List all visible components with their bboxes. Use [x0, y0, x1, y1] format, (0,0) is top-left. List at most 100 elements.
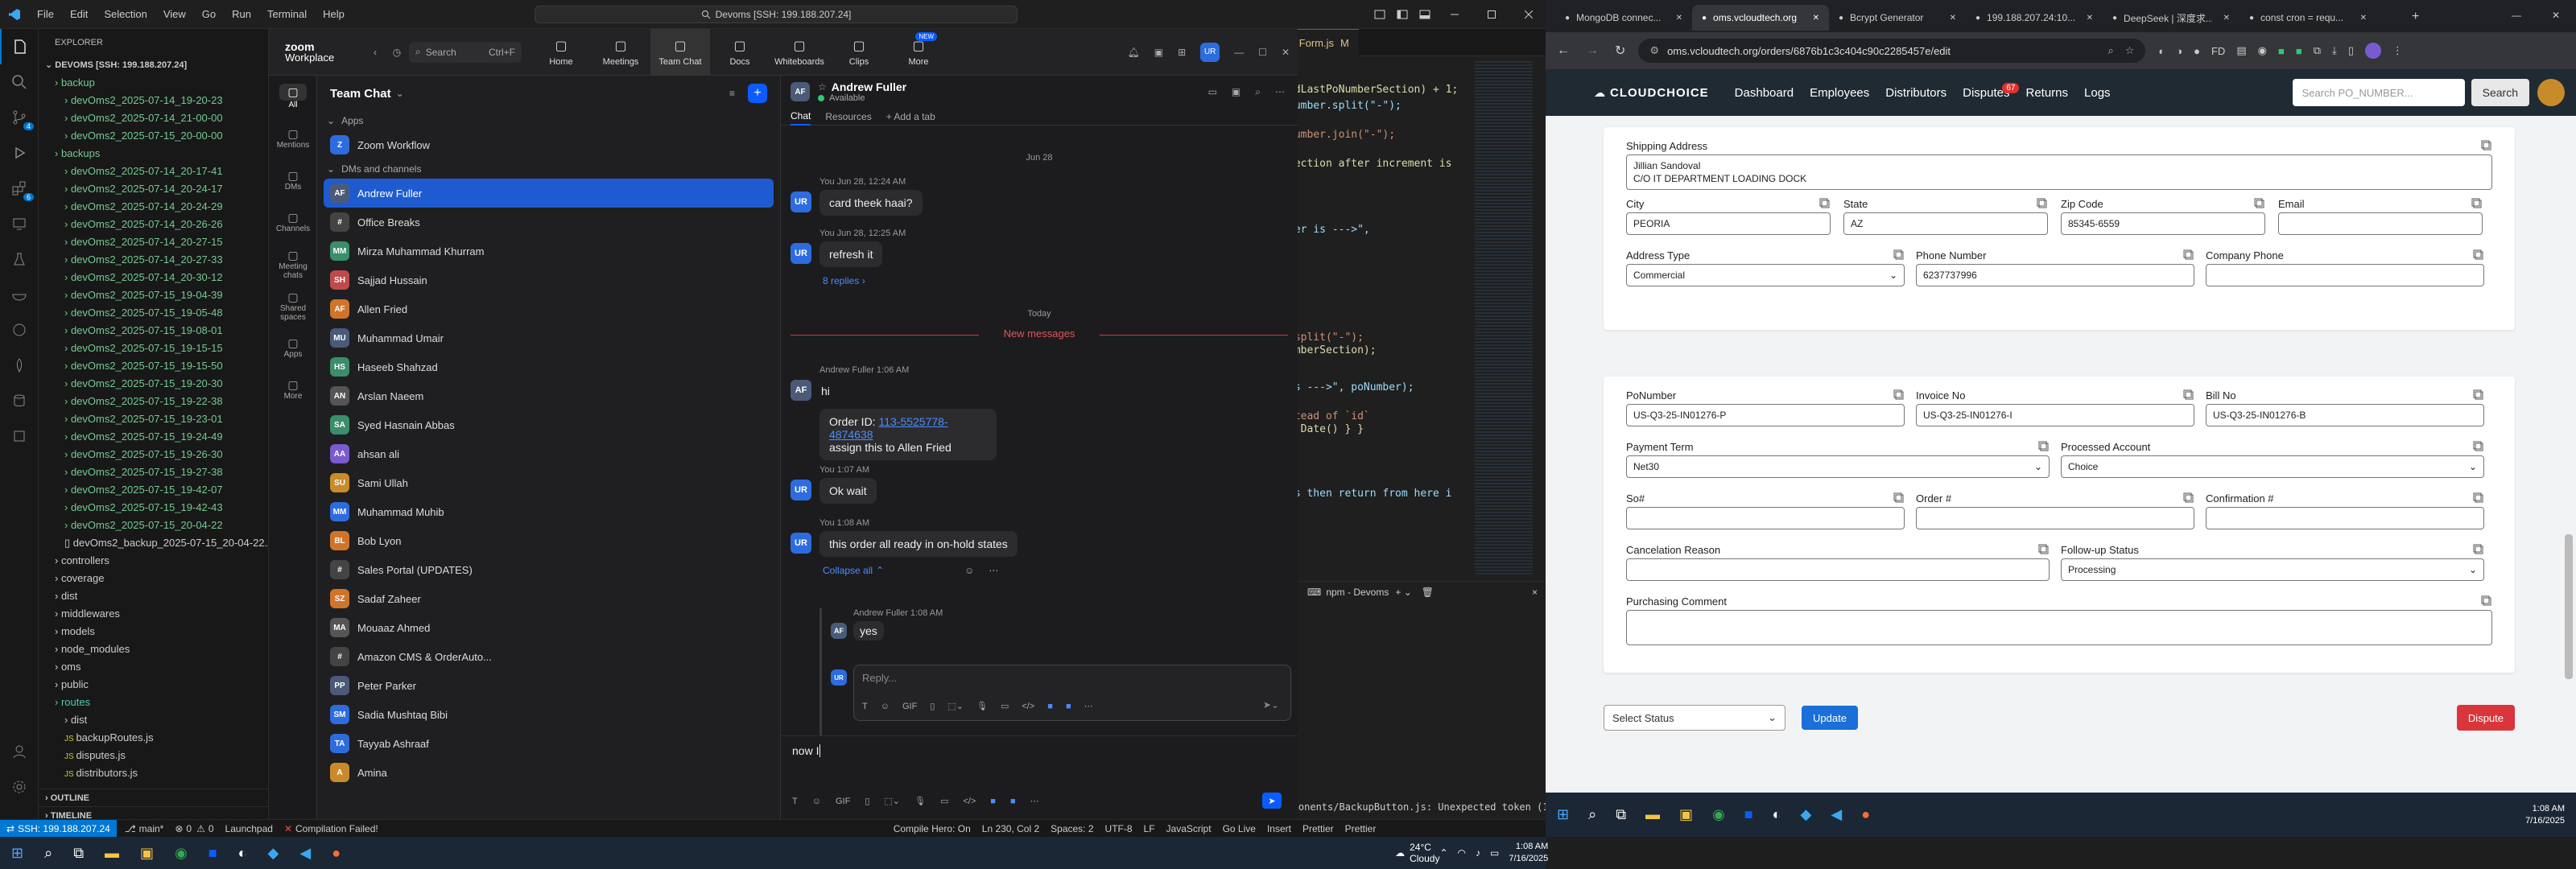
app-icon[interactable]: ◐: [238, 845, 247, 862]
copy-icon[interactable]: [2473, 389, 2484, 401]
chat-list-item[interactable]: PP Peter Parker: [317, 671, 780, 700]
avatar[interactable]: AF: [791, 380, 811, 401]
folder-item[interactable]: › backups: [39, 145, 268, 163]
file-item[interactable]: JS disputes.js: [39, 747, 268, 764]
menu-run[interactable]: Run: [224, 0, 259, 29]
folder-item[interactable]: › devOms2_2025-07-15_19-26-30: [39, 446, 268, 463]
compose-input[interactable]: now I: [781, 736, 1298, 765]
insert-mode[interactable]: Insert: [1267, 823, 1291, 834]
folder-item[interactable]: › devOms2_2025-07-15_20-00-00: [39, 127, 268, 145]
chat-list-item[interactable]: AN Arslan Naeem: [317, 381, 780, 410]
folder-item[interactable]: › devOms2_2025-07-15_20-04-22: [39, 517, 268, 534]
cancelation-reason-input[interactable]: [1626, 558, 2050, 581]
close-icon[interactable]: ✕: [1282, 47, 1290, 58]
browser-tab[interactable]: ● 199.188.207.24:10... ✕: [1966, 5, 2103, 31]
rail-shared-spaces[interactable]: ▢ Shared spaces: [269, 285, 317, 327]
screen-share-icon[interactable]: ▣: [1154, 47, 1163, 58]
app-icon-2[interactable]: ■: [1010, 797, 1016, 806]
close-icon[interactable]: ×: [1532, 587, 1538, 598]
folder-item[interactable]: › devOms2_2025-07-14_20-24-17: [39, 180, 268, 198]
message[interactable]: You Jun 28, 12:25 AM refresh it 8 replie…: [819, 229, 906, 286]
nav-whiteboards[interactable]: ▢ Whiteboards: [770, 29, 829, 76]
account-icon[interactable]: [0, 734, 39, 769]
tray-chevron-icon[interactable]: ⌃: [1439, 847, 1447, 859]
code-icon[interactable]: </>: [963, 797, 976, 806]
nav-team-chat[interactable]: ▢ Team Chat: [650, 28, 710, 76]
star-icon[interactable]: ☆: [818, 81, 827, 93]
browser-tab[interactable]: ● const cron = requ... ✕: [2240, 5, 2376, 31]
testing-icon[interactable]: [0, 241, 39, 277]
folder-item[interactable]: › devOms2_2025-07-15_19-23-01: [39, 410, 268, 428]
copy-icon[interactable]: [1819, 198, 1831, 209]
folder-item[interactable]: › devOms2_2025-07-15_19-27-38: [39, 463, 268, 481]
encoding[interactable]: UTF-8: [1105, 823, 1133, 834]
format-text-icon[interactable]: T: [862, 702, 868, 711]
minimize-icon[interactable]: [1436, 0, 1473, 29]
minimize-icon[interactable]: —: [2512, 10, 2521, 21]
nav-logs[interactable]: Logs: [2084, 86, 2111, 100]
menu-view[interactable]: View: [155, 0, 194, 29]
download-icon[interactable]: ⤓: [2332, 44, 2337, 57]
chat-list-item[interactable]: # Sales Portal (UPDATES): [317, 555, 780, 584]
copy-icon[interactable]: [1893, 249, 1905, 261]
folder-item[interactable]: › devOms2_2025-07-15_19-20-30: [39, 375, 268, 393]
cursor-position[interactable]: Ln 230, Col 2: [982, 823, 1039, 834]
more-icon[interactable]: ⋯: [1275, 86, 1285, 97]
folder-item[interactable]: › backup: [39, 74, 268, 92]
browser-tab[interactable]: ● DeepSeek | 深度求... ✕: [2103, 5, 2240, 31]
folder-item[interactable]: › devOms2_2025-07-15_19-22-38: [39, 393, 268, 410]
zip-code-input[interactable]: 85345-6559: [2061, 212, 2265, 235]
folder-item[interactable]: › devOms2_2025-07-15_19-42-43: [39, 499, 268, 517]
brand-logo[interactable]: CLOUDCHOICE: [1610, 86, 1709, 100]
folder-item[interactable]: › routes: [39, 694, 268, 711]
windows-start-icon[interactable]: ⊞: [1557, 806, 1569, 823]
nav-home[interactable]: ▢ Home: [531, 29, 591, 76]
zoom-app-icon[interactable]: ■: [1744, 806, 1753, 823]
replies-link[interactable]: 8 replies ›: [823, 275, 906, 286]
follow-up-status-select[interactable]: Processing ⌄: [2061, 558, 2484, 581]
close-tab-icon[interactable]: ✕: [1676, 14, 1682, 23]
error-count[interactable]: 0: [186, 823, 192, 834]
task-view-icon[interactable]: ⧉: [73, 845, 84, 862]
menu-file[interactable]: File: [29, 0, 62, 29]
folder-item[interactable]: › devOms2_2025-07-14_20-27-33: [39, 251, 268, 269]
file-item[interactable]: ▯ devOms2_backup_2025-07-15_20-04-22.z: [39, 534, 268, 552]
copy-icon[interactable]: [2037, 198, 2048, 209]
collapse-all-link[interactable]: Collapse all ⌃ ☺ ⋯: [823, 565, 1018, 576]
folder-item[interactable]: › dist: [39, 587, 268, 605]
clock[interactable]: 1:08 AM 7/16/2025: [1509, 841, 1548, 865]
copy-icon[interactable]: [2038, 441, 2050, 452]
tab-chat[interactable]: Chat: [791, 108, 811, 126]
file-icon[interactable]: ▯: [930, 701, 935, 711]
avatar[interactable]: [2364, 43, 2381, 59]
warning-count[interactable]: 0: [208, 823, 214, 834]
emoji-icon[interactable]: ☺: [881, 702, 890, 711]
address-type-select[interactable]: Commercial ⌄: [1626, 264, 1905, 286]
maximize-icon[interactable]: ☐: [1258, 47, 1267, 58]
section-apps[interactable]: ⌄ Apps: [317, 111, 780, 130]
chat-list-item[interactable]: SH Sajjad Hussain: [317, 266, 780, 294]
app-icon-1[interactable]: ■: [990, 797, 996, 806]
close-icon[interactable]: ✕: [2552, 10, 2560, 21]
screen-share-icon[interactable]: ▣: [1232, 86, 1241, 97]
terminal-output[interactable]: components/BackupButton.js: Unexpected t…: [1275, 801, 1546, 818]
vscode-app-icon[interactable]: ◀: [1831, 806, 1842, 823]
menu-go[interactable]: Go: [194, 0, 224, 29]
extension-icon-8[interactable]: ■: [2296, 45, 2302, 57]
puzzle-icon[interactable]: [0, 418, 39, 454]
extension-icon-6[interactable]: ◉: [2258, 44, 2267, 57]
payment-term-select[interactable]: Net30 ⌄: [1626, 455, 2050, 478]
copy-icon[interactable]: [2183, 249, 2194, 261]
file-item[interactable]: JS distributors.js: [39, 764, 268, 782]
folder-item[interactable]: › devOms2_2025-07-14_19-20-23: [39, 92, 268, 109]
folder-item[interactable]: › devOms2_2025-07-15_19-15-15: [39, 340, 268, 357]
dispute-button[interactable]: Dispute: [2456, 705, 2515, 731]
remote-explorer-icon[interactable]: [0, 206, 39, 241]
folder-item[interactable]: › controllers: [39, 552, 268, 570]
extension-icon-1[interactable]: ◐: [2158, 45, 2165, 57]
settings-gear-icon[interactable]: [0, 769, 39, 805]
nav-employees[interactable]: Employees: [1810, 86, 1869, 100]
close-tab-icon[interactable]: ✕: [2360, 14, 2367, 23]
compile-status[interactable]: Compilation Failed!: [295, 823, 378, 834]
zoom-app-icon[interactable]: ■: [208, 845, 217, 862]
